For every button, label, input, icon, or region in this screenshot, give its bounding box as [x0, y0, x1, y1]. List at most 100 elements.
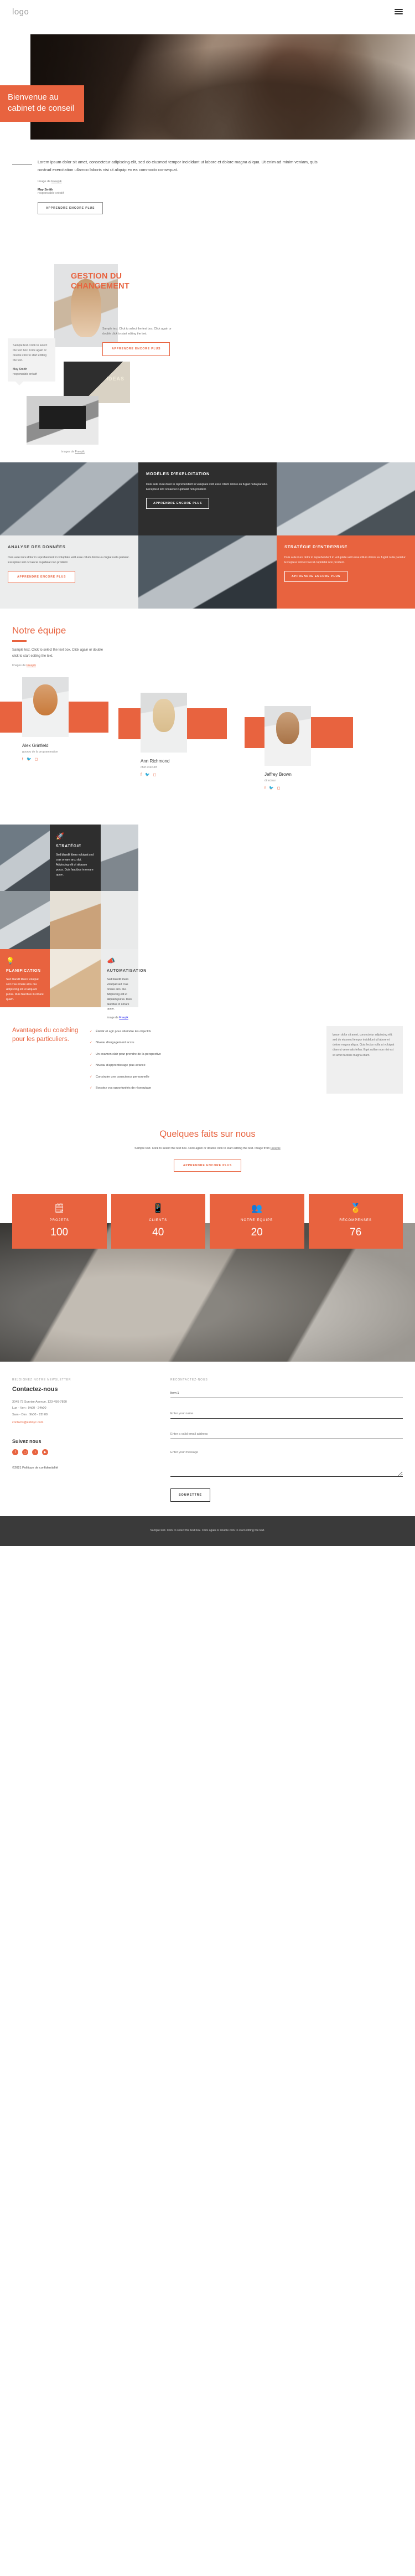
advantages-heading-block: Avantages du coaching pour les particuli…	[12, 1026, 82, 1094]
strategy-card: 🚀 STRATÉGIE Sed blandit libero volutpat …	[50, 824, 101, 891]
freepik-link[interactable]: Freepik	[51, 180, 62, 183]
freepik-link[interactable]: Freepik	[75, 450, 85, 454]
freepik-link[interactable]: Freepik	[271, 1147, 281, 1150]
stat-value: 40	[152, 1227, 164, 1239]
bubble-text: Sample text. Click to select the text bo…	[13, 344, 48, 362]
card-title: AUTOMATISATION	[107, 968, 147, 973]
intro-section: Lorem ipsum dolor sit amet, consectetur …	[0, 140, 415, 225]
woman-smiling-photo	[50, 890, 101, 949]
name-field[interactable]	[170, 1409, 403, 1419]
card-credit: Image de Freepik	[107, 1016, 132, 1019]
hero-section: Bienvenue au cabinet de conseil	[0, 23, 415, 140]
contact-form: RECONTACTEZ-NOUS Item 1 SOUMETTRE	[170, 1378, 403, 1502]
facts-learn-more-button[interactable]: APPRENDRE ENCORE PLUS	[173, 1160, 242, 1172]
services-tiles: MODÈLES D'EXPLOITATION Duis aute irure d…	[0, 462, 415, 609]
facebook-icon[interactable]: f	[141, 773, 142, 777]
team-underline	[12, 640, 27, 642]
twitter-icon[interactable]: t	[32, 1449, 38, 1456]
intro-paragraph: Lorem ipsum dolor sit amet, consectetur …	[38, 159, 318, 172]
footer-text: Sample text. Click to select the text bo…	[150, 1529, 265, 1533]
facebook-icon[interactable]: f	[22, 758, 23, 761]
page-title: Bienvenue au cabinet de conseil	[8, 92, 75, 113]
lightbulb-icon: 💡	[6, 956, 14, 965]
member-name: Ann Richmond	[141, 758, 170, 764]
facts-section: Quelques faits sur nous Sample text. Cli…	[0, 1110, 415, 1182]
bubble-role: responsable créatif	[13, 372, 37, 376]
intro-learn-more-button[interactable]: APPRENDRE ENCORE PLUS	[38, 202, 103, 215]
twitter-icon[interactable]: 🐦	[145, 773, 150, 777]
form-eyebrow: RECONTACTEZ-NOUS	[170, 1378, 208, 1382]
freepik-link[interactable]: Freepik	[119, 1016, 128, 1019]
email-field[interactable]	[170, 1430, 403, 1440]
member-role: chef exécutif	[141, 765, 157, 769]
testimonial-bubble: Sample text. Click to select the text bo…	[8, 338, 55, 386]
youtube-icon[interactable]: ▶	[42, 1449, 48, 1456]
contact-hours-week: Lun - Ven : 9h00 - 24h00	[12, 1407, 46, 1410]
facebook-icon[interactable]: f	[264, 786, 266, 790]
instagram-icon[interactable]: ◻	[22, 1449, 28, 1456]
advantages-section: Avantages du coaching pour les particuli…	[0, 1007, 415, 1111]
freepik-link[interactable]: Freepik	[27, 664, 36, 667]
twitter-icon[interactable]: 🐦	[269, 786, 274, 790]
team-members: Alex Grinfield gourou de la programmatio…	[0, 673, 403, 811]
member-role: gourou de la programmation	[22, 750, 59, 754]
tile-learn-more-button[interactable]: APPRENDRE ENCORE PLUS	[284, 571, 348, 583]
man-portrait-photo	[101, 824, 138, 891]
team-title: Notre équipe	[12, 625, 66, 636]
twitter-icon[interactable]: 🐦	[27, 758, 32, 761]
list-item: Un examen clair pour prendre de la persp…	[90, 1049, 319, 1060]
card-title: STRATÉGIE	[56, 844, 81, 848]
newsletter-eyebrow: REJOIGNEZ NOTRE NEWSLETTER	[12, 1378, 71, 1382]
change-learn-more-button[interactable]: APPRENDRE ENCORE PLUS	[102, 342, 170, 356]
contact-hours-weekend: Sam - Dim : 9h00 - 22h00	[12, 1413, 48, 1416]
facts-subtitle-text: Sample text. Click to select the text bo…	[134, 1147, 271, 1151]
instagram-icon[interactable]: ◻	[153, 773, 157, 777]
mobile-touch-icon: 📱	[152, 1204, 164, 1214]
instagram-icon[interactable]: ◻	[35, 758, 38, 761]
award-badge-icon: 🏅	[350, 1204, 361, 1214]
contact-address: 3045 73 Sunrise Avenue, 123-456-7890	[12, 1400, 67, 1404]
intro-author: May Smith responsable créatif	[38, 188, 403, 195]
instagram-icon[interactable]: ◻	[277, 786, 281, 790]
card-text: Sed blandit libero volutpat sed cras orn…	[107, 977, 132, 1011]
card-text: Sed blandit libero volutpat sed cras orn…	[6, 977, 44, 1001]
facts-title: Quelques faits sur nous	[159, 1129, 256, 1140]
intro-credit: Image de Freepik	[38, 180, 403, 183]
submit-button[interactable]: SOUMETTRE	[170, 1488, 210, 1502]
tile-learn-more-button[interactable]: APPRENDRE ENCORE PLUS	[146, 498, 210, 509]
tile-text: Duis aute irure dolor in reprehenderit i…	[8, 556, 130, 565]
page-root: logo Bienvenue au cabinet de conseil Lor…	[0, 0, 415, 1546]
tile-operating-models: MODÈLES D'EXPLOITATION Duis aute irure d…	[138, 462, 277, 536]
woman-sweater-photo	[50, 949, 101, 1007]
hamburger-menu-icon[interactable]	[395, 9, 403, 14]
stat-label: CLIENTS	[149, 1219, 168, 1223]
tile-text: Duis aute irure dolor in reprehenderit i…	[284, 556, 407, 565]
hero-banner: Bienvenue au cabinet de conseil	[0, 85, 84, 122]
stat-label: RÉCOMPENSES	[339, 1219, 372, 1223]
tile-title: STRATÉGIE D'ENTREPRISE	[284, 544, 348, 550]
logo[interactable]: logo	[12, 7, 29, 17]
facebook-icon[interactable]: f	[12, 1449, 18, 1456]
credit-prefix: Image de	[38, 180, 51, 184]
facts-subtitle: Sample text. Click to select the text bo…	[77, 1146, 338, 1152]
contact-email[interactable]: contacts@esbnyc.com	[12, 1421, 156, 1424]
tile-title: ANALYSE DES DONNÉES	[8, 544, 66, 550]
copyright[interactable]: ©2021 Politique de confidentialité	[12, 1466, 156, 1470]
message-field[interactable]	[170, 1448, 403, 1477]
change-right-block: Sample text. Click to select the text bo…	[102, 327, 172, 356]
member-name: Jeffrey Brown	[264, 771, 292, 777]
member-socials: f 🐦 ◻	[141, 773, 212, 777]
stat-value: 76	[350, 1227, 362, 1239]
tile-learn-more-button[interactable]: APPRENDRE ENCORE PLUS	[8, 571, 76, 584]
topic-select[interactable]: Item 1	[170, 1389, 403, 1399]
card-title: PLANIFICATION	[6, 968, 41, 973]
facts-button-wrap: APPRENDRE ENCORE PLUS	[12, 1159, 403, 1172]
automation-card: 📣 AUTOMATISATION Sed blandit libero volu…	[101, 949, 147, 1019]
stat-value: 20	[251, 1227, 263, 1239]
author-name: May Smith	[38, 188, 53, 192]
team-member-card: Jeffrey Brown directeur f 🐦 ◻	[245, 705, 353, 790]
meeting-photo	[277, 462, 415, 536]
avatar	[264, 705, 311, 766]
card-text: Sed blandit libero volutpat sed cras orn…	[56, 853, 94, 877]
hero-photo	[30, 34, 415, 140]
